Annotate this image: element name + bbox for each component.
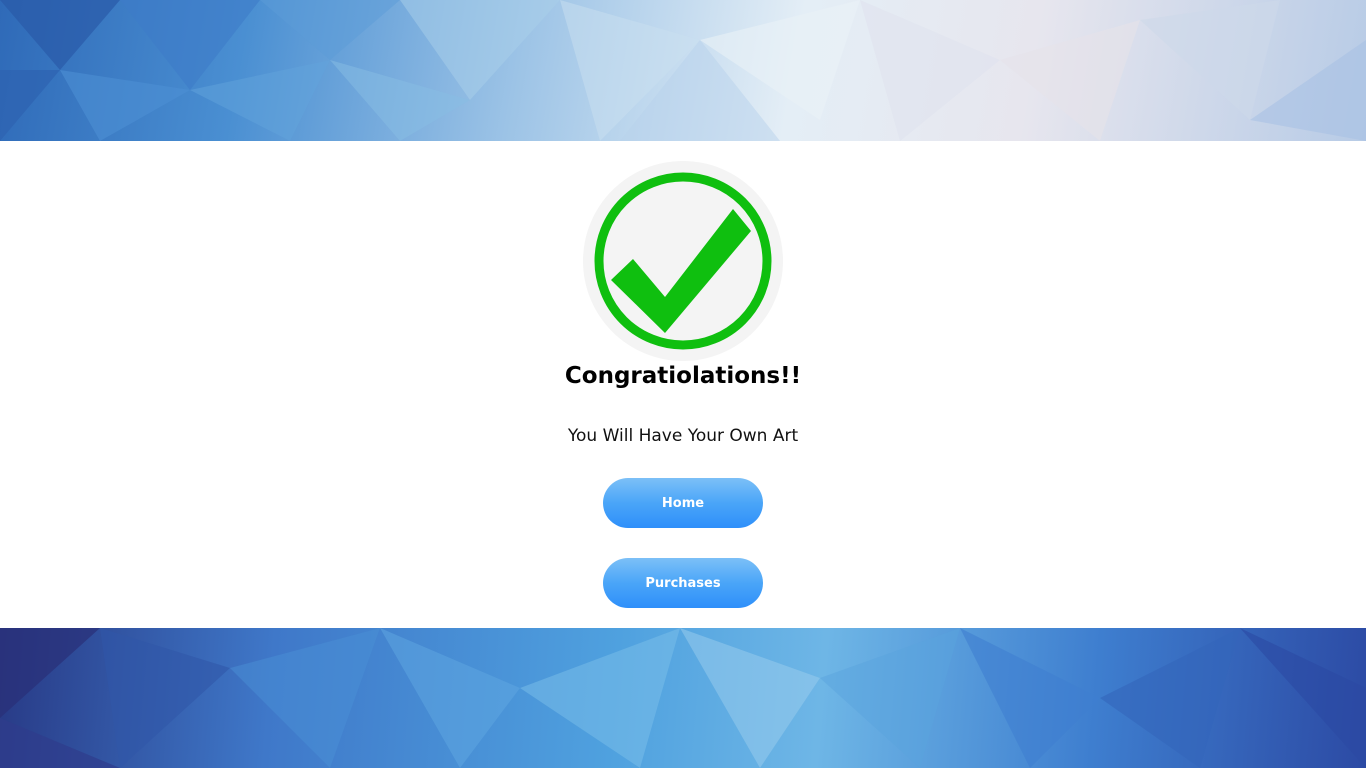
purchases-button[interactable]: Purchases [603, 558, 763, 608]
page: Congratiolations!! You Will Have Your Ow… [0, 0, 1366, 768]
success-message: You Will Have Your Own Art [567, 426, 799, 446]
background-bottom [0, 628, 1366, 768]
polygon-pattern-top [0, 0, 1366, 141]
background-top [0, 0, 1366, 141]
home-button[interactable]: Home [603, 478, 763, 528]
polygon-pattern-bottom [0, 628, 1366, 768]
checkmark-circle-icon [583, 161, 783, 361]
page-title: Congratiolations!! [564, 363, 802, 389]
success-card: Congratiolations!! You Will Have Your Ow… [0, 141, 1366, 628]
